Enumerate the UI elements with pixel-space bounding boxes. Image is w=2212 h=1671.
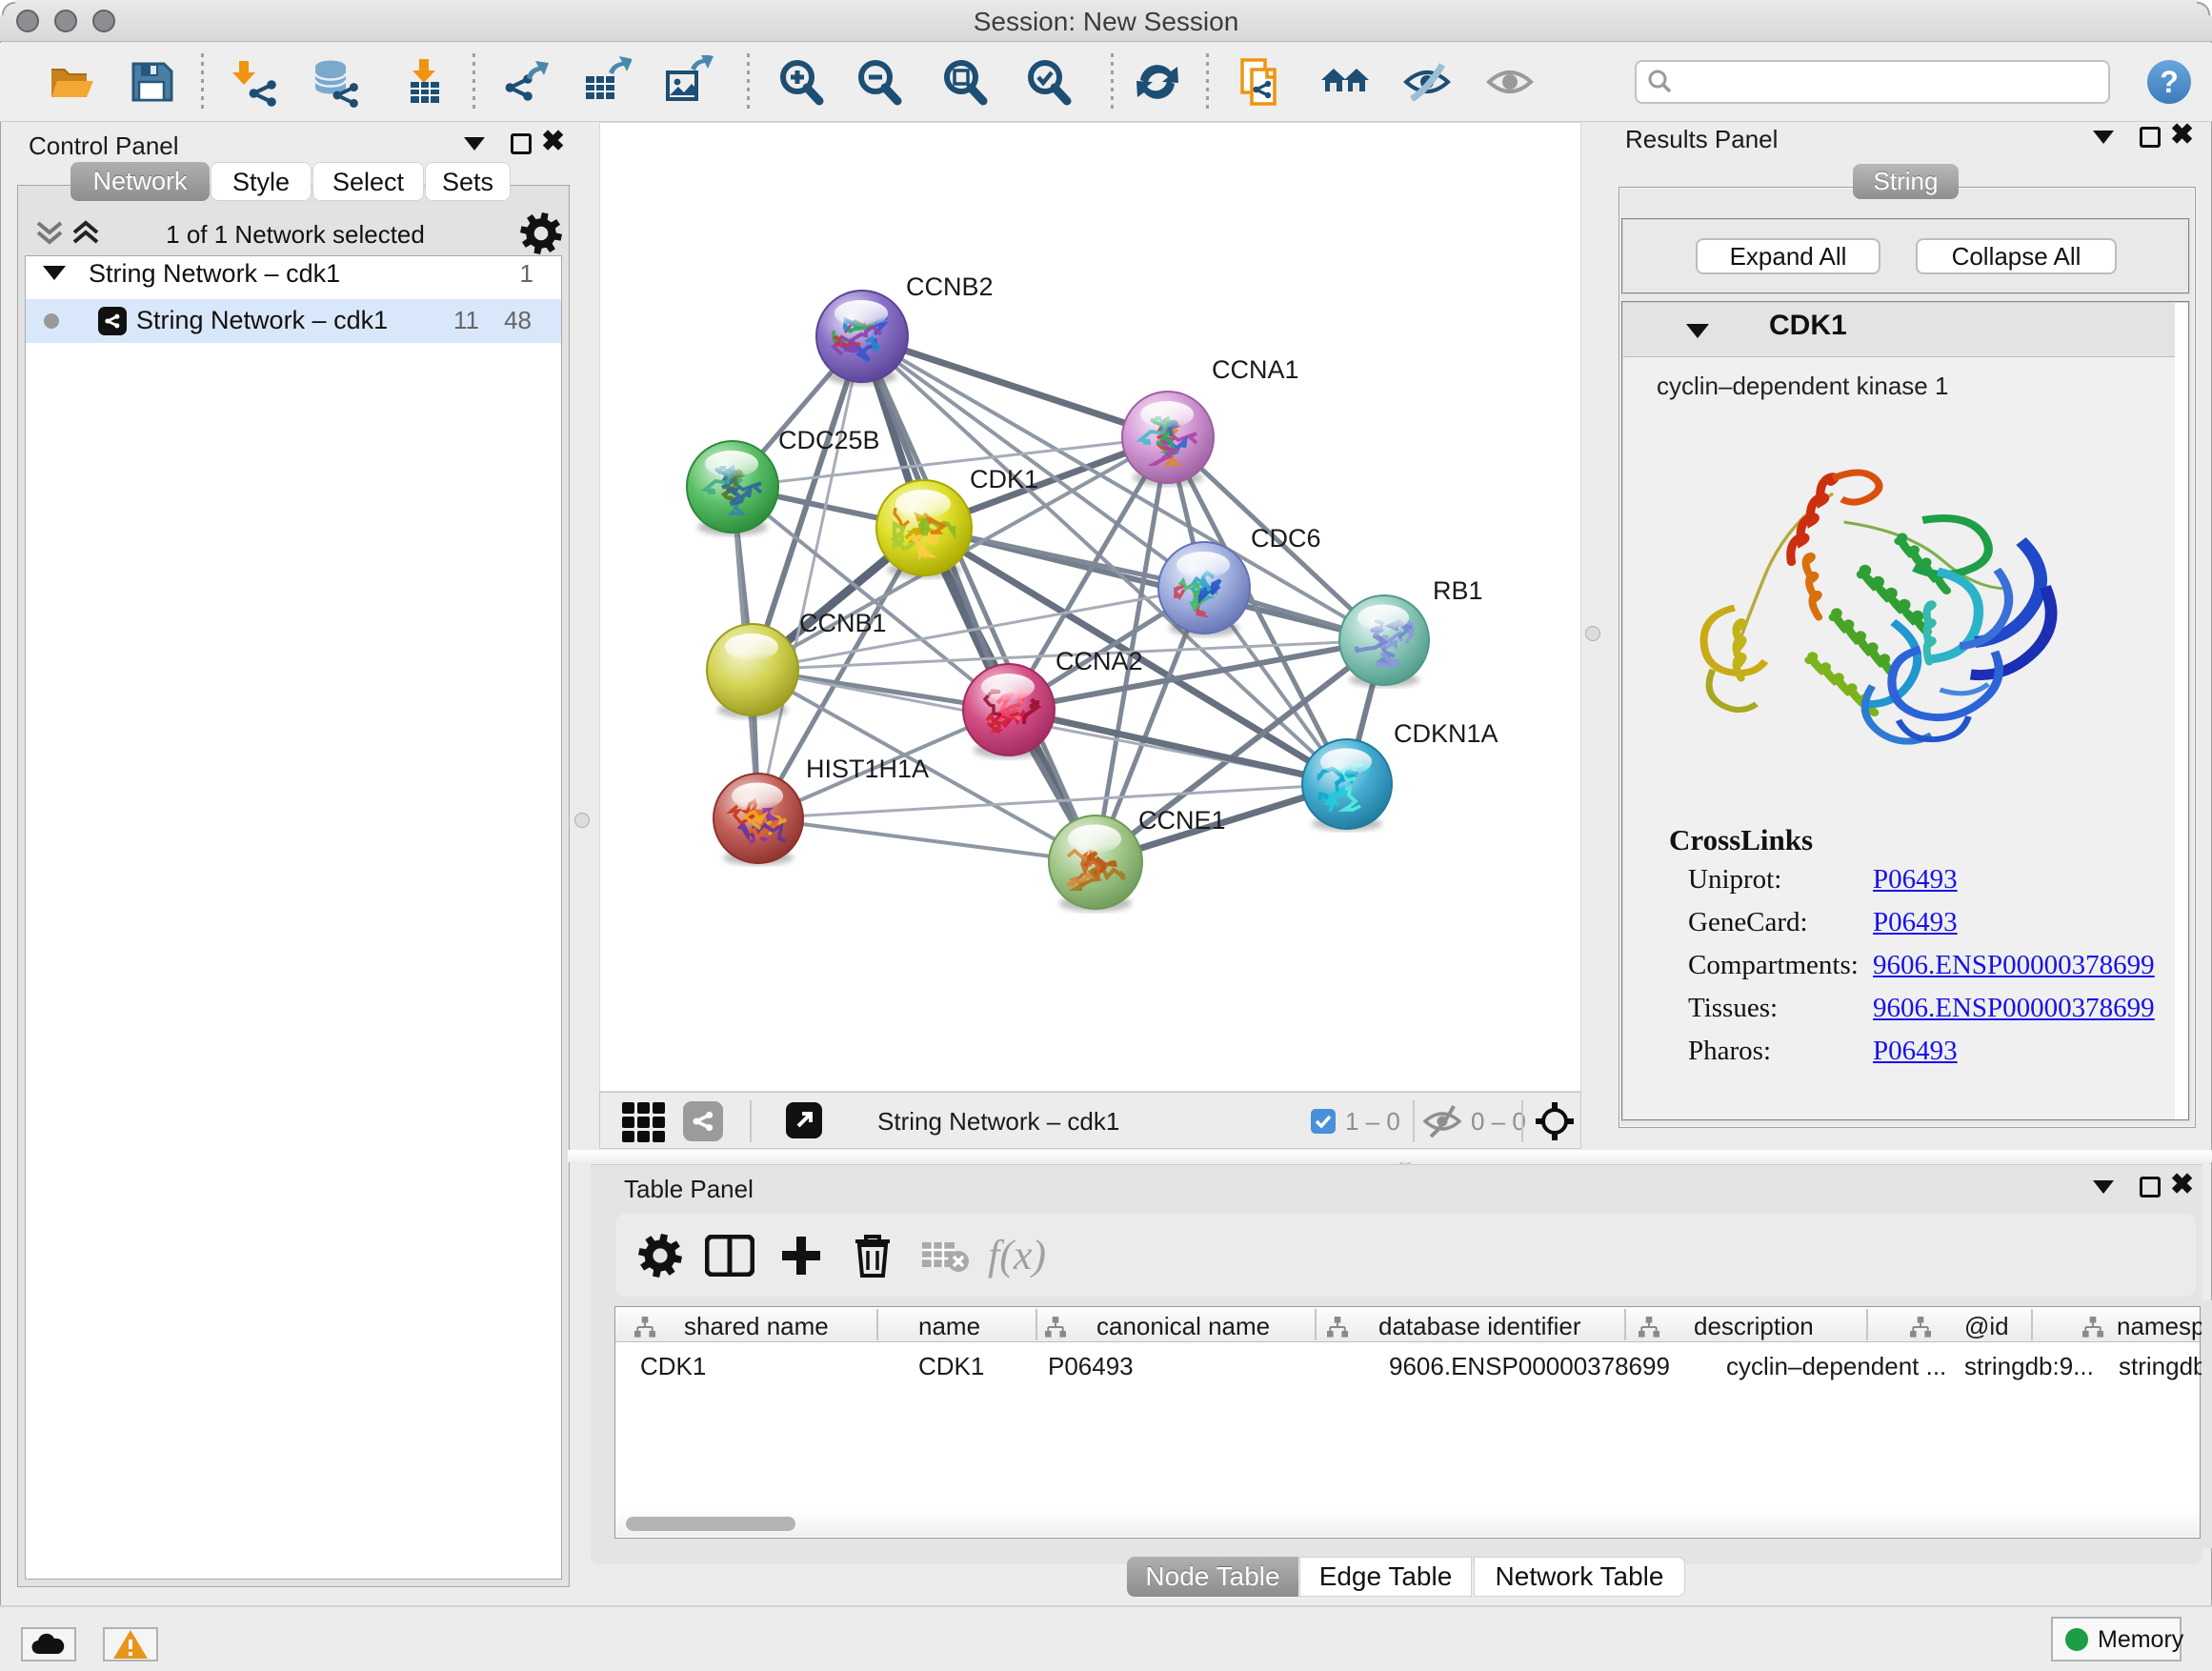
- svg-text:CDC25B: CDC25B: [778, 426, 880, 454]
- svg-text:RB1: RB1: [1433, 576, 1483, 605]
- svg-text:CDC6: CDC6: [1251, 524, 1321, 553]
- svg-text:CDK1: CDK1: [970, 465, 1038, 493]
- svg-text:CCNE1: CCNE1: [1138, 806, 1226, 835]
- svg-text:CDKN1A: CDKN1A: [1394, 719, 1498, 748]
- svg-text:CCNA1: CCNA1: [1212, 355, 1299, 384]
- svg-text:CCNB1: CCNB1: [799, 609, 887, 637]
- svg-text:CCNB2: CCNB2: [906, 272, 994, 301]
- svg-text:HIST1H1A: HIST1H1A: [806, 755, 929, 783]
- svg-text:CCNA2: CCNA2: [1056, 647, 1143, 675]
